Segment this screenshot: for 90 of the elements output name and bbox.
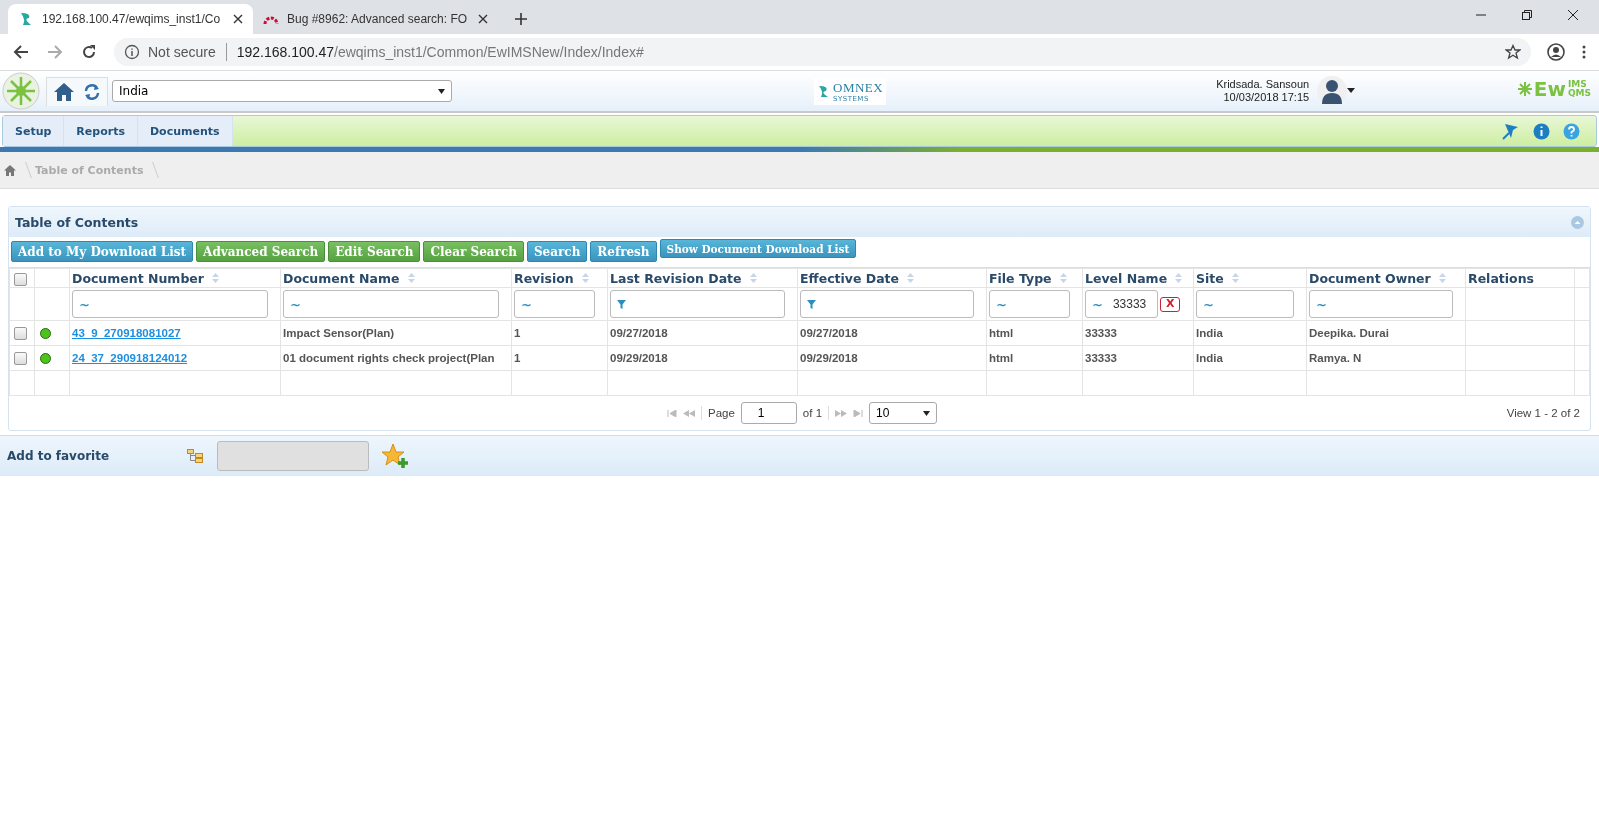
filter-field[interactable]: ~: [1196, 290, 1294, 318]
column-header[interactable]: Revision: [511, 268, 608, 288]
address-field[interactable]: Not secure 192.168.100.47/ewqims_inst1/Common/EwIMSNew/Index/Index#: [114, 38, 1531, 66]
caret-icon[interactable]: [923, 410, 931, 416]
column-header[interactable]: Last Revision Date: [607, 268, 798, 288]
table-cell: Ramya. N: [1309, 352, 1362, 364]
column-header[interactable]: Level Name: [1082, 268, 1194, 288]
tab-title: Bug #8962: Advanced search: FO: [287, 12, 469, 26]
column-header[interactable]: Effective Date: [797, 268, 987, 288]
last-page-icon[interactable]: [853, 409, 864, 417]
table-cell: 1: [514, 352, 521, 364]
filter-field[interactable]: [800, 290, 974, 318]
table-cell: 01 document rights check project(Plan: [283, 352, 495, 364]
table-cell: 09/27/2018: [610, 327, 668, 339]
filter-icon[interactable]: [807, 299, 816, 309]
page-count: of 1: [802, 407, 823, 419]
reload-icon[interactable]: [80, 43, 98, 61]
table-cell: 09/29/2018: [800, 352, 858, 364]
info-icon[interactable]: [1533, 122, 1550, 140]
table-cell: 09/29/2018: [610, 352, 668, 364]
column-header[interactable]: Document Number: [69, 268, 281, 288]
page-field[interactable]: 1: [740, 402, 797, 424]
table-cell: India: [1196, 352, 1223, 364]
home-icon[interactable]: [53, 81, 75, 102]
filter-icon[interactable]: [617, 299, 626, 309]
login-datetime: 10/03/2018 17:15: [1223, 91, 1310, 104]
table-cell: 1: [514, 327, 521, 339]
column-header[interactable]: File Type: [986, 268, 1083, 288]
table-cell: Deepika. Durai: [1309, 327, 1389, 339]
table-cell: 09/27/2018: [800, 327, 858, 339]
select-all-checkbox[interactable]: [14, 272, 27, 286]
refresh-icon[interactable]: [83, 82, 101, 101]
first-page-icon[interactable]: [667, 409, 677, 417]
avatar-icon[interactable]: [1317, 76, 1348, 106]
more-icon[interactable]: [1581, 44, 1587, 60]
menu-item[interactable]: Setup: [3, 116, 65, 146]
close-icon[interactable]: [233, 14, 243, 24]
caret-icon[interactable]: [1347, 88, 1356, 94]
table-cell: html: [989, 327, 1014, 339]
account-icon[interactable]: [1547, 43, 1565, 61]
close-icon[interactable]: [478, 14, 488, 24]
star-icon[interactable]: [1505, 44, 1521, 60]
browser-tab[interactable]: 192.168.100.47/ewqims_inst1/Co: [8, 4, 253, 34]
page-label: Page: [708, 407, 735, 419]
info-icon: [124, 44, 140, 60]
restore-icon[interactable]: [1521, 9, 1533, 21]
next-page-icon[interactable]: [835, 409, 848, 417]
help-icon[interactable]: [1563, 122, 1580, 140]
column-header[interactable]: Document Name: [280, 268, 512, 288]
browser-tab[interactable]: Bug #8962: Advanced search: FO: [253, 4, 498, 34]
tab-title: 192.168.100.47/ewqims_inst1/Co: [42, 12, 222, 26]
collapse-icon[interactable]: [1571, 215, 1584, 229]
table-cell: 33333: [1085, 352, 1117, 364]
record-count: View 1 - 2 of 2: [1506, 407, 1580, 419]
site-select[interactable]: India: [112, 80, 452, 102]
filter-field[interactable]: ~: [1309, 290, 1453, 318]
user-name: Kridsada. Sansoun: [1216, 78, 1310, 91]
previous-page-icon[interactable]: [683, 409, 695, 417]
row-checkbox[interactable]: [14, 351, 27, 365]
page-size-select[interactable]: 10: [869, 402, 938, 424]
security-label: Not secure: [148, 44, 216, 60]
sunburst-logo[interactable]: [2, 72, 40, 110]
column-header[interactable]: Site: [1193, 268, 1307, 288]
filter-field[interactable]: [610, 290, 785, 318]
column-header[interactable]: Relations: [1465, 268, 1575, 288]
new-tab-icon[interactable]: [514, 12, 528, 26]
menu-item[interactable]: Reports: [64, 116, 138, 146]
url-text: 192.168.100.47/ewqims_inst1/Common/EwIMSNew/Index/Index#: [236, 44, 645, 60]
forward-icon[interactable]: [46, 43, 64, 61]
panel-title: Table of Contents: [15, 214, 139, 230]
filter-field[interactable]: ~ 33333: [1085, 290, 1158, 318]
home-icon[interactable]: [4, 164, 16, 176]
filter-field[interactable]: ~: [989, 290, 1070, 318]
table-cell: India: [1196, 327, 1223, 339]
add-star-icon[interactable]: [381, 443, 409, 469]
tree-icon[interactable]: [187, 449, 203, 463]
row-checkbox[interactable]: [14, 326, 27, 340]
favorite-label: Add to favorite: [6, 449, 111, 463]
table-cell: 33333: [1085, 327, 1117, 339]
clear-filter-button[interactable]: X: [1160, 296, 1181, 312]
menu-item[interactable]: Documents: [137, 116, 233, 146]
caret-icon[interactable]: [438, 88, 445, 94]
filter-field[interactable]: ~: [72, 290, 268, 318]
table-cell: Impact Sensor(Plan): [283, 327, 395, 339]
close-icon[interactable]: [1567, 9, 1579, 21]
column-header[interactable]: Document Owner: [1306, 268, 1466, 288]
filter-field[interactable]: ~: [283, 290, 499, 318]
back-icon[interactable]: [12, 43, 30, 61]
filter-field[interactable]: ~: [514, 290, 595, 318]
table-cell: html: [989, 352, 1014, 364]
